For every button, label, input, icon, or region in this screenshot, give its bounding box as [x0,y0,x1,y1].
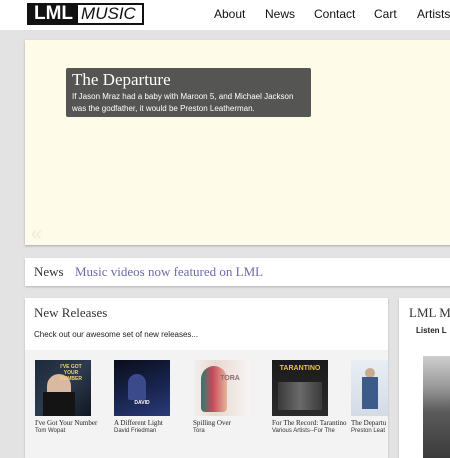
album-cover[interactable]: TORA [193,360,249,416]
listen-panel-subtitle: Listen L [416,326,447,335]
news-bar: News Music videos now featured on LML [25,258,450,286]
slideshow-prev-icon[interactable]: « [31,224,42,244]
album-cover[interactable]: DAVID [114,360,170,416]
nav-news[interactable]: News [265,7,295,21]
album-cover-text: I'VE GOT YOUR NUMBER [60,364,82,382]
logo-music: MUSIC [81,4,136,23]
album-artist: David Friedman [114,428,157,434]
album-grid: I'VE GOT YOUR NUMBER I've Got Your Numbe… [25,350,388,458]
album-artist: Various Artists--For The [272,428,335,434]
album-title[interactable]: For The Record: Tarantino [272,419,348,427]
hero-caption-text: If Jason Mraz had a baby with Maroon 5, … [72,92,294,113]
album-cover-text: TORA [220,375,240,382]
news-headline-link[interactable]: Music videos now featured on LML [75,264,263,280]
listen-feature-image[interactable] [423,356,450,458]
news-label: News [34,264,64,279]
album-card[interactable]: TORA Spilling Over Tora [193,360,269,435]
album-artist: Tom Wopat [35,428,66,434]
album-title[interactable]: The Departu [351,419,391,427]
new-releases-panel: New Releases Check out our awesome set o… [25,298,388,458]
nav-about[interactable]: About [214,7,245,21]
album-cover-text: TARANTINO [279,365,321,372]
album-title[interactable]: I've Got Your Number [35,419,111,427]
album-card[interactable]: TARANTINO For The Record: Tarantino Vari… [272,360,348,435]
hero-caption-title: The Departure [72,70,171,89]
hero-caption[interactable]: The Departure If Jason Mraz had a baby w… [66,68,311,117]
album-cover[interactable]: TARANTINO [272,360,328,416]
album-card[interactable]: DAVID A Different Light David Friedman [114,360,190,435]
album-cover[interactable]: I'VE GOT YOUR NUMBER [35,360,91,416]
listen-panel-title: LML Mu [409,305,450,320]
album-card[interactable]: The Departu Preston Leat [351,360,391,435]
site-header: LML MUSIC About News Contact Cart Artist… [0,0,450,30]
album-card[interactable]: I'VE GOT YOUR NUMBER I've Got Your Numbe… [35,360,111,435]
logo-lml: LML [29,4,79,23]
nav-contact[interactable]: Contact [314,7,355,21]
album-cover-text: DAVID [134,400,150,406]
album-artist: Tora [193,428,205,434]
nav-cart[interactable]: Cart [374,7,397,21]
album-title[interactable]: A Different Light [114,419,190,427]
new-releases-intro: Check out our awesome set of new release… [34,330,199,339]
site-logo[interactable]: LML MUSIC [27,3,144,25]
nav-artists[interactable]: Artists [417,7,450,21]
lml-music-listen-panel: LML Mu Listen L [399,298,450,458]
new-releases-title: New Releases [34,305,108,320]
album-cover[interactable] [351,360,388,416]
album-title[interactable]: Spilling Over [193,419,269,427]
album-artist: Preston Leat [351,428,386,434]
